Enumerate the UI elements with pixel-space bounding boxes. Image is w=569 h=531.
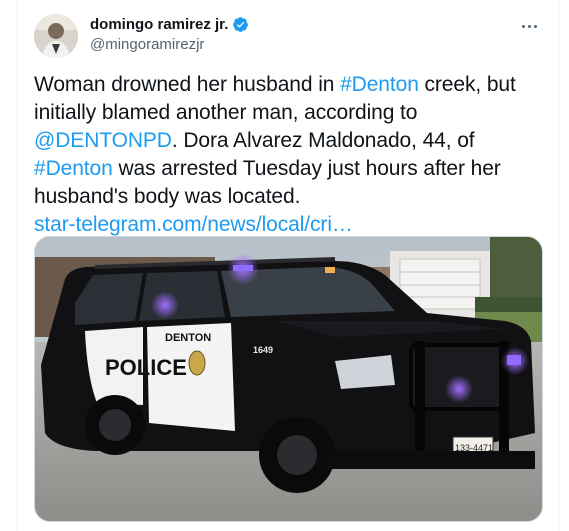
verified-badge-icon bbox=[233, 17, 249, 32]
tweet-text-segment: Woman drowned her husband in bbox=[34, 73, 341, 96]
door-text-police: POLICE bbox=[105, 355, 187, 380]
tweet-card[interactable]: domingo ramirez jr. @mingoramirezjr Woma… bbox=[17, 0, 559, 531]
more-options-icon[interactable] bbox=[518, 16, 542, 36]
tweet-text-segment: . Dora Alvarez Maldonado, 44, of bbox=[171, 129, 475, 152]
avatar-photo bbox=[34, 14, 78, 58]
door-text-denton: DENTON bbox=[165, 332, 211, 344]
unit-number: 1649 bbox=[253, 345, 273, 355]
tweet-header: domingo ramirez jr. @mingoramirezjr bbox=[34, 14, 546, 62]
avatar[interactable] bbox=[34, 14, 78, 58]
user-handle[interactable]: @mingoramirezjr bbox=[90, 36, 249, 53]
tweet-text: Woman drowned her husband in #Denton cre… bbox=[34, 71, 539, 239]
hashtag-link[interactable]: #Denton bbox=[340, 73, 419, 96]
police-suv-photo: DENTON POLICE 1649 133-4471 bbox=[35, 237, 542, 521]
tweet-media-photo[interactable]: DENTON POLICE 1649 133-4471 bbox=[34, 236, 543, 522]
mention-link[interactable]: @DENTONPD bbox=[34, 129, 172, 152]
display-name[interactable]: domingo ramirez jr. bbox=[90, 16, 228, 33]
hashtag-link[interactable]: #Denton bbox=[34, 157, 113, 180]
article-url-link[interactable]: star-telegram.com/news/local/cri… bbox=[34, 213, 353, 236]
